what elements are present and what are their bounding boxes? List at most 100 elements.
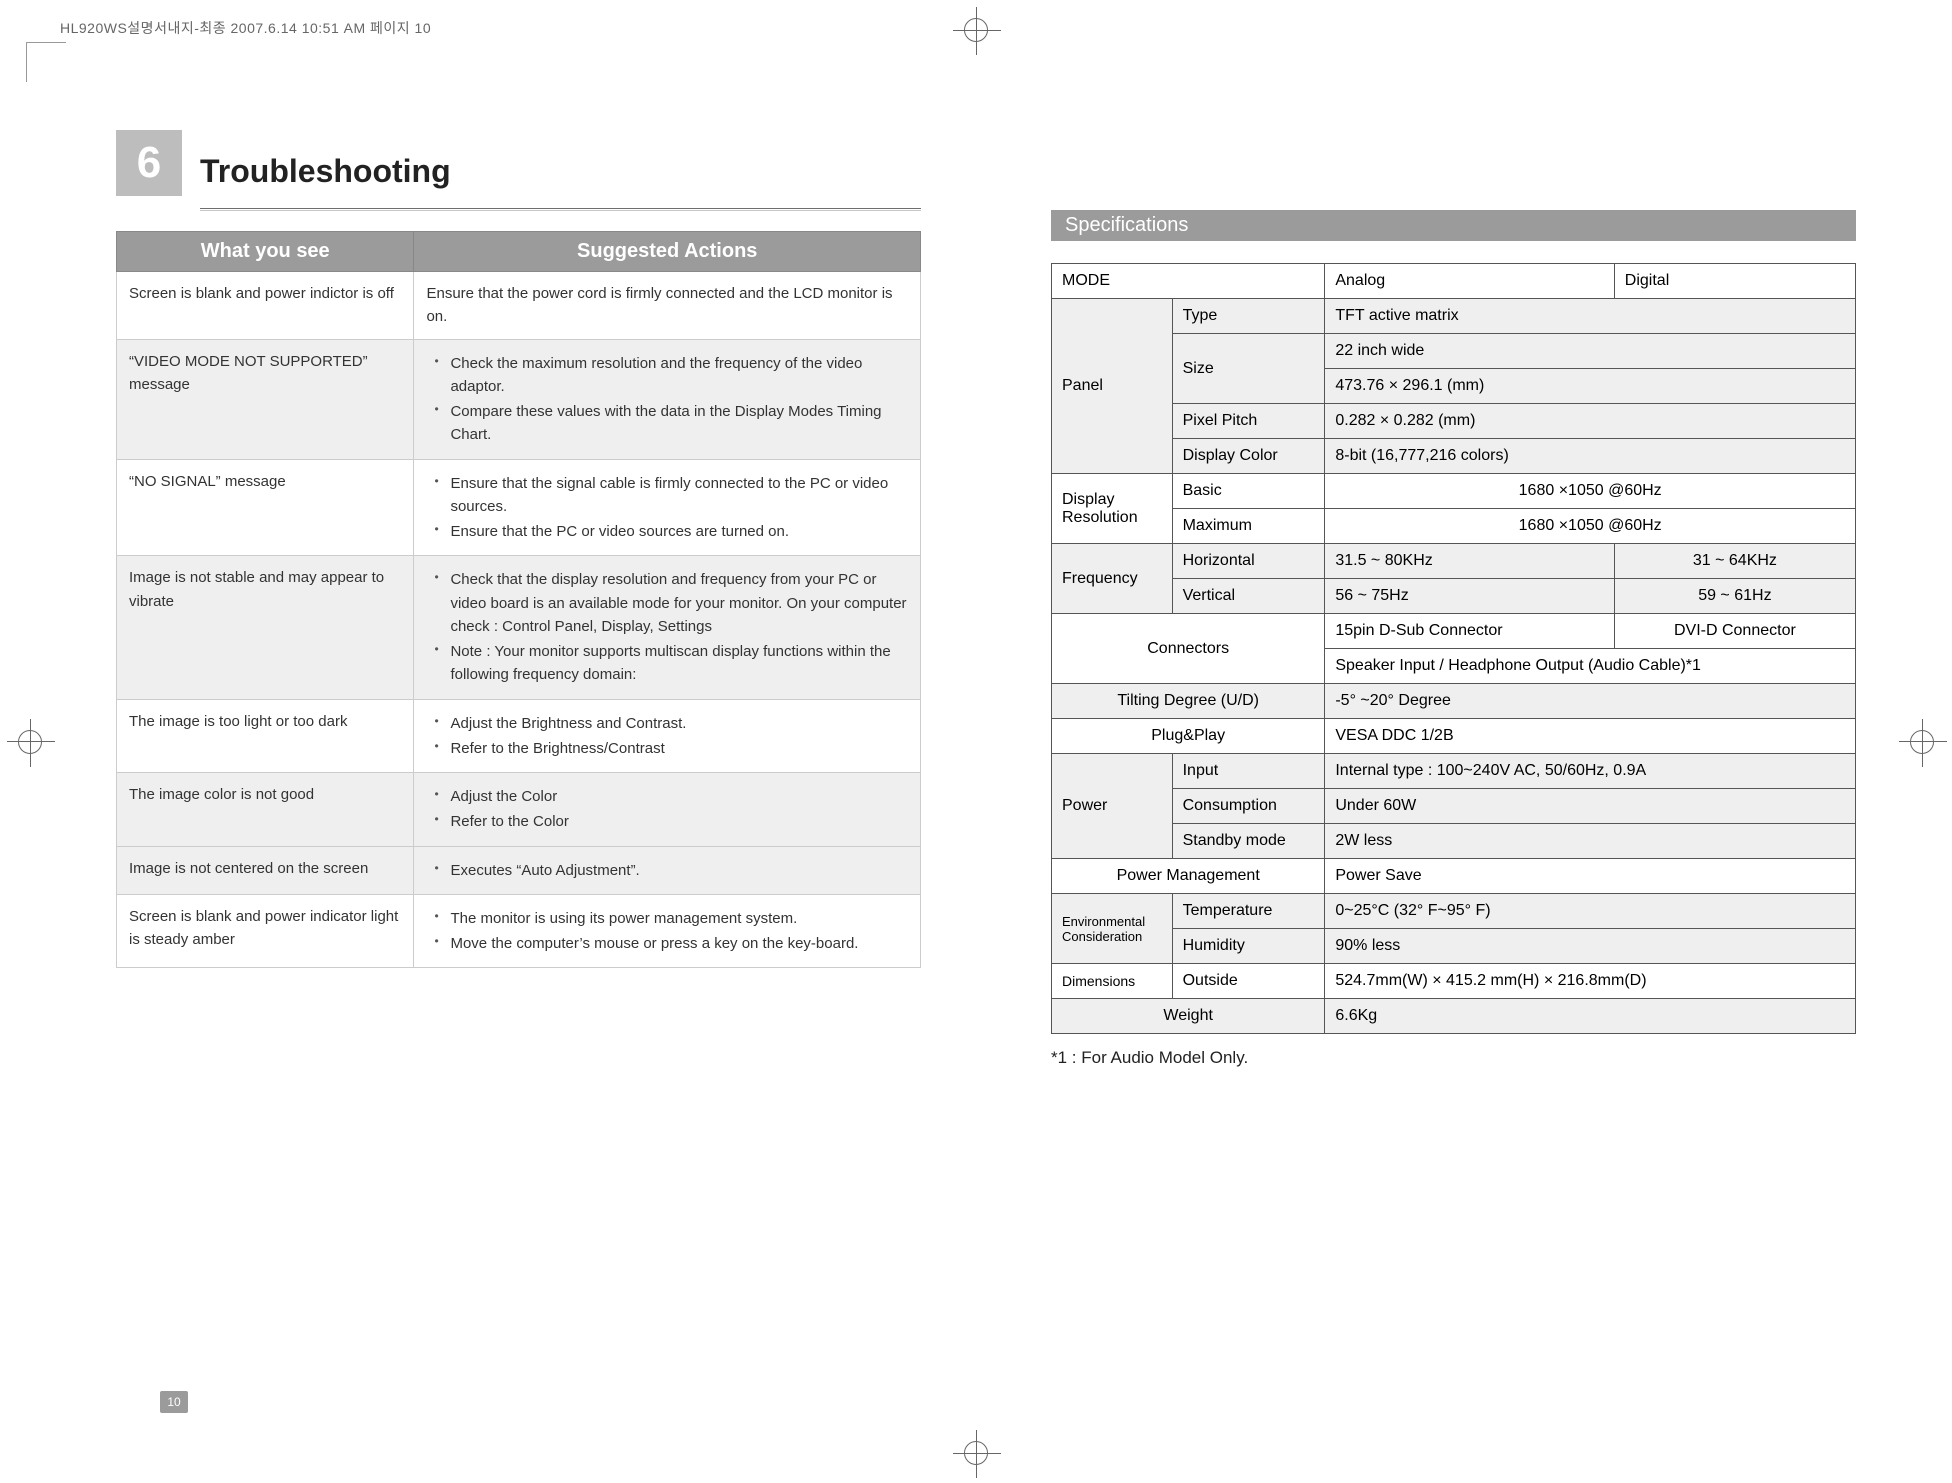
cell: 56 ~ 75Hz [1325,579,1614,614]
cell: Under 60W [1325,789,1856,824]
bullet: Ensure that the PC or video sources are … [440,520,908,543]
table-row: Connectors 15pin D-Sub Connector DVI-D C… [1052,614,1856,649]
cell: Maximum [1172,509,1325,544]
cell-see: The image color is not good [117,773,414,847]
table-row: Plug&Play VESA DDC 1/2B [1052,719,1856,754]
cell: Frequency [1052,544,1173,614]
table-row: Environmental Consideration Temperature … [1052,894,1856,929]
col-header-actions: Suggested Actions [414,232,921,272]
cell: TFT active matrix [1325,299,1856,334]
cell-act: The monitor is using its power managemen… [414,894,921,968]
cell: Analog [1325,264,1614,299]
table-row: Consumption Under 60W [1052,789,1856,824]
cell: Connectors [1052,614,1325,684]
left-page: 6 Troubleshooting What you see Suggested… [116,130,921,1380]
right-page: Specifications MODE Analog Digital Panel… [1051,130,1856,1380]
table-row: Panel Type TFT active matrix [1052,299,1856,334]
cell: Power [1052,754,1173,859]
table-row: Display Resolution Basic 1680 ×1050 @60H… [1052,474,1856,509]
cell: Consumption [1172,789,1325,824]
cell: 6.6Kg [1325,999,1856,1034]
specifications-heading: Specifications [1051,210,1856,241]
cell-act: Executes “Auto Adjustment”. [414,846,921,894]
bullet: Compare these values with the data in th… [440,400,908,447]
cell: Display Resolution [1052,474,1173,544]
cell: 524.7mm(W) × 415.2 mm(H) × 216.8mm(D) [1325,964,1856,999]
bullet: Check the maximum resolution and the fre… [440,352,908,399]
bullet: Move the computer’s mouse or press a key… [440,932,908,955]
table-row: The image is too light or too dark Adjus… [117,699,921,773]
cell: 2W less [1325,824,1856,859]
bullet: Check that the display resolution and fr… [440,568,908,638]
cell: 0~25°C (32° F~95° F) [1325,894,1856,929]
bullet: Adjust the Brightness and Contrast. [440,712,908,735]
cell: 8-bit (16,777,216 colors) [1325,439,1856,474]
table-row: Frequency Horizontal 31.5 ~ 80KHz 31 ~ 6… [1052,544,1856,579]
table-row: Screen is blank and power indicator ligh… [117,894,921,968]
col-header-see: What you see [117,232,414,272]
table-row: Power Management Power Save [1052,859,1856,894]
cell-see: The image is too light or too dark [117,699,414,773]
table-row: Standby mode 2W less [1052,824,1856,859]
cell: Environmental Consideration [1052,894,1173,964]
cell-see: Screen is blank and power indicator ligh… [117,894,414,968]
cell-act: Adjust the Brightness and Contrast. Refe… [414,699,921,773]
cell: 15pin D-Sub Connector [1325,614,1614,649]
cell: Tilting Degree (U/D) [1052,684,1325,719]
cell: VESA DDC 1/2B [1325,719,1856,754]
cell: Power Management [1052,859,1325,894]
page-number: 10 [160,1391,188,1413]
cell: MODE [1052,264,1325,299]
cell: Horizontal [1172,544,1325,579]
table-row: Power Input Internal type : 100~240V AC,… [1052,754,1856,789]
cell: 22 inch wide [1325,334,1856,369]
cell: Standby mode [1172,824,1325,859]
cell: 90% less [1325,929,1856,964]
cell-see: Screen is blank and power indictor is of… [117,272,414,340]
table-row: Weight 6.6Kg [1052,999,1856,1034]
cell: Power Save [1325,859,1856,894]
table-row: “NO SIGNAL” message Ensure that the sign… [117,459,921,556]
table-row: Maximum 1680 ×1050 @60Hz [1052,509,1856,544]
specifications-table: MODE Analog Digital Panel Type TFT activ… [1051,263,1856,1034]
bullet: Adjust the Color [440,785,908,808]
table-row: Dimensions Outside 524.7mm(W) × 415.2 mm… [1052,964,1856,999]
cell: Humidity [1172,929,1325,964]
bullet: Executes “Auto Adjustment”. [440,859,908,882]
cell: -5° ~20° Degree [1325,684,1856,719]
cell: Display Color [1172,439,1325,474]
table-row: Tilting Degree (U/D) -5° ~20° Degree [1052,684,1856,719]
cell-act: Ensure that the signal cable is firmly c… [414,459,921,556]
cell: Plug&Play [1052,719,1325,754]
bullet: Refer to the Color [440,810,908,833]
cell-see: Image is not centered on the screen [117,846,414,894]
cell: 31.5 ~ 80KHz [1325,544,1614,579]
footnote: *1 : For Audio Model Only. [1051,1048,1856,1068]
cell: 473.76 × 296.1 (mm) [1325,369,1856,404]
table-row: Image is not centered on the screen Exec… [117,846,921,894]
table-row: Image is not stable and may appear to vi… [117,556,921,699]
section-title: Troubleshooting [200,153,451,196]
registration-mark-icon [964,1441,988,1465]
table-row: “VIDEO MODE NOT SUPPORTED” message Check… [117,339,921,459]
cell: Size [1172,334,1325,404]
cell: 1680 ×1050 @60Hz [1325,474,1856,509]
cell: Internal type : 100~240V AC, 50/60Hz, 0.… [1325,754,1856,789]
registration-mark-icon [964,18,988,42]
page-spread: 6 Troubleshooting What you see Suggested… [116,130,1856,1380]
section-number: 6 [116,130,182,196]
cell: Pixel Pitch [1172,404,1325,439]
cell-act: Check the maximum resolution and the fre… [414,339,921,459]
cell: Weight [1052,999,1325,1034]
cell: Outside [1172,964,1325,999]
note: Note : Your monitor supports multiscan d… [440,640,908,687]
bullet: Refer to the Brightness/Contrast [440,737,908,760]
registration-mark-icon [1910,730,1934,754]
cell: Panel [1052,299,1173,474]
section-rule [200,208,921,209]
print-header: HL920WS설명서내지-최종 2007.6.14 10:51 AM 페이지 1… [60,18,431,38]
cell: 1680 ×1050 @60Hz [1325,509,1856,544]
cell: DVI-D Connector [1614,614,1855,649]
cell: 0.282 × 0.282 (mm) [1325,404,1856,439]
cell: Speaker Input / Headphone Output (Audio … [1325,649,1856,684]
